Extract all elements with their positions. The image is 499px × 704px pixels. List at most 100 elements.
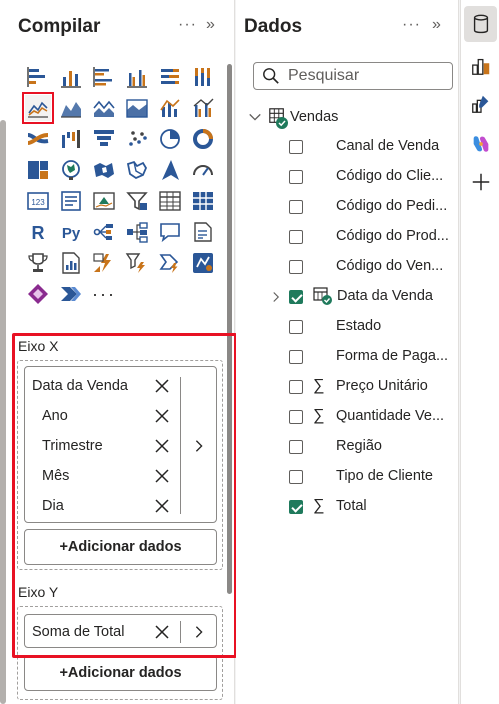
scatter-chart-icon[interactable] <box>124 126 150 152</box>
remove-field-close-icon[interactable] <box>153 437 171 455</box>
stacked-column-chart-icon[interactable] <box>58 64 84 90</box>
remove-field-close-icon[interactable] <box>153 377 171 395</box>
table-icon[interactable] <box>157 188 183 214</box>
get-more-visuals-button[interactable]: ··· <box>91 281 117 307</box>
kpi-icon[interactable] <box>91 188 117 214</box>
power-automate-visual-icon[interactable] <box>124 250 150 276</box>
field-row[interactable]: Estado <box>236 315 459 339</box>
y-axis-field-group[interactable]: Soma de Total <box>24 614 217 648</box>
gauge-icon[interactable] <box>190 157 216 183</box>
field-row[interactable]: Código do Clie... <box>236 165 459 189</box>
pane-edge-scroll[interactable] <box>0 120 6 704</box>
filled-map-icon[interactable] <box>91 157 117 183</box>
stacked-bar-chart-icon[interactable] <box>25 64 51 90</box>
matrix-icon[interactable] <box>190 188 216 214</box>
x-axis-add-data-button[interactable]: +Adicionar dados <box>24 529 217 565</box>
field-checkbox[interactable] <box>289 320 303 334</box>
field-row[interactable]: Data da Venda <box>236 285 459 309</box>
smart-narrative-icon[interactable] <box>190 219 216 245</box>
paginated-report-icon[interactable] <box>58 250 84 276</box>
field-checkbox[interactable] <box>289 470 303 484</box>
field-row[interactable]: Código do Ven... <box>236 255 459 279</box>
donut-chart-icon[interactable] <box>190 126 216 152</box>
map-icon[interactable] <box>58 157 84 183</box>
table-vendas[interactable]: Vendas <box>248 105 338 129</box>
line-and-stacked-column-chart-icon[interactable] <box>157 95 183 121</box>
chevron-right-icon[interactable] <box>270 291 282 303</box>
100-stacked-bar-chart-icon[interactable] <box>157 64 183 90</box>
build-more-options-button[interactable]: ··· <box>178 16 197 34</box>
shape-map-icon[interactable] <box>124 157 150 183</box>
copilot-icon[interactable] <box>464 126 497 162</box>
treemap-icon[interactable] <box>25 157 51 183</box>
y-field-soma-de-total[interactable]: Soma de Total <box>32 617 124 647</box>
field-checkbox[interactable] <box>289 140 303 154</box>
clustered-column-chart-icon[interactable] <box>124 64 150 90</box>
100-stacked-column-chart-icon[interactable] <box>190 64 216 90</box>
chevron-right-icon[interactable] <box>190 623 208 641</box>
clustered-bar-chart-icon[interactable] <box>91 64 117 90</box>
stacked-area-chart-icon[interactable] <box>91 95 117 121</box>
field-checkbox[interactable] <box>289 290 303 304</box>
python-visual-icon[interactable]: Py <box>58 219 84 245</box>
x-field-ano[interactable]: Ano <box>42 401 68 431</box>
field-row[interactable]: Código do Prod... <box>236 225 459 249</box>
ribbon-chart-icon[interactable] <box>25 126 51 152</box>
field-row[interactable]: Forma de Paga... <box>236 345 459 369</box>
chevron-right-icon[interactable] <box>190 437 208 455</box>
field-row[interactable]: ∑ Quantidade Ve... <box>236 405 459 429</box>
build-collapse-button[interactable]: » <box>206 16 216 34</box>
decomposition-tree-icon[interactable] <box>124 219 150 245</box>
field-checkbox[interactable] <box>289 170 303 184</box>
field-checkbox[interactable] <box>289 410 303 424</box>
field-checkbox[interactable] <box>289 380 303 394</box>
key-influencers-icon[interactable] <box>91 219 117 245</box>
goals-trophy-icon[interactable] <box>25 250 51 276</box>
format-visual-icon[interactable] <box>464 86 497 122</box>
build-pane-scrollbar[interactable] <box>227 64 232 594</box>
line-and-clustered-column-chart-icon[interactable] <box>190 95 216 121</box>
field-checkbox[interactable] <box>289 350 303 364</box>
field-row[interactable]: Canal de Venda <box>236 135 459 159</box>
arcgis-map-icon[interactable] <box>190 250 216 276</box>
field-row[interactable]: Tipo de Cliente <box>236 465 459 489</box>
y-axis-add-data-button[interactable]: +Adicionar dados <box>24 655 217 691</box>
area-chart-icon[interactable] <box>58 95 84 121</box>
card-icon[interactable]: 123 <box>25 188 51 214</box>
power-apps-visual-icon[interactable] <box>91 250 117 276</box>
multi-row-card-icon[interactable] <box>58 188 84 214</box>
x-field-trimestre[interactable]: Trimestre <box>42 431 103 461</box>
remove-field-close-icon[interactable] <box>153 497 171 515</box>
r-script-visual-icon[interactable]: R <box>25 219 51 245</box>
power-apps-diamond-icon[interactable] <box>25 281 51 307</box>
power-automate-flow-icon[interactable] <box>157 250 183 276</box>
field-row[interactable]: Região <box>236 435 459 459</box>
field-checkbox[interactable] <box>289 200 303 214</box>
100-stacked-area-chart-icon[interactable] <box>124 95 150 121</box>
pie-chart-icon[interactable] <box>157 126 183 152</box>
x-axis-field-group[interactable]: Data da Venda Ano Trimestre Mês Dia <box>24 366 217 523</box>
field-checkbox[interactable] <box>289 500 303 514</box>
field-checkbox[interactable] <box>289 230 303 244</box>
line-chart-icon[interactable] <box>22 92 54 124</box>
x-field-mes[interactable]: Mês <box>42 461 69 491</box>
field-checkbox[interactable] <box>289 260 303 274</box>
x-field-dia[interactable]: Dia <box>42 491 64 521</box>
field-row[interactable]: ∑ Preço Unitário <box>236 375 459 399</box>
field-row[interactable]: Código do Pedi... <box>236 195 459 219</box>
data-pane-toggle-icon[interactable] <box>464 6 497 42</box>
data-more-options-button[interactable]: ··· <box>402 16 421 34</box>
add-pane-icon[interactable] <box>464 164 497 200</box>
remove-field-close-icon[interactable] <box>153 467 171 485</box>
data-collapse-button[interactable]: » <box>432 16 442 34</box>
azure-map-icon[interactable] <box>157 157 183 183</box>
power-automate-chevron-icon[interactable] <box>58 281 84 307</box>
field-checkbox[interactable] <box>289 440 303 454</box>
chevron-down-icon[interactable] <box>248 110 262 124</box>
funnel-chart-icon[interactable] <box>91 126 117 152</box>
field-row[interactable]: ∑ Total <box>236 495 459 519</box>
search-input[interactable]: Pesquisar <box>253 62 453 90</box>
remove-field-close-icon[interactable] <box>153 623 171 641</box>
qa-visual-icon[interactable] <box>157 219 183 245</box>
slicer-icon[interactable] <box>124 188 150 214</box>
